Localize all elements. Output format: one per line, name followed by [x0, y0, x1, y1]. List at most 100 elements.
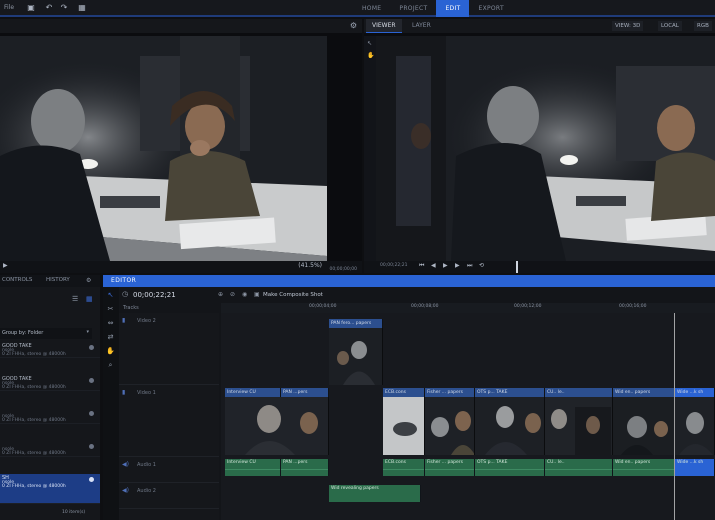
- video-clip-thumbnail[interactable]: [545, 397, 613, 455]
- video-clip-thumbnail[interactable]: [613, 397, 675, 455]
- video-track-icon: ▮: [122, 389, 126, 396]
- tab-viewer[interactable]: VIEWER: [366, 19, 402, 33]
- video-clip-title[interactable]: Interview CU: [225, 388, 281, 397]
- local-dropdown[interactable]: LOCAL: [658, 21, 682, 31]
- audio-clip[interactable]: Interview CU: [225, 459, 281, 476]
- play-icon[interactable]: ▶: [3, 262, 8, 269]
- gear-icon[interactable]: ⚙: [350, 21, 357, 30]
- file-menu[interactable]: File: [4, 4, 14, 11]
- tab-project[interactable]: PROJECT: [390, 0, 436, 17]
- zoom-level[interactable]: (41.5%): [298, 262, 322, 269]
- media-bin-item[interactable]: nsole 0 ZI FHHa, stereo @ 48000h: [0, 441, 100, 457]
- track-header-video-2[interactable]: ▮ Video 2: [119, 313, 219, 385]
- tab-controls[interactable]: CONTROLS: [2, 277, 32, 283]
- audio-clip[interactable]: Wid revealing papers: [329, 485, 421, 502]
- video-clip-title[interactable]: OTS p... TAKE: [475, 388, 545, 397]
- video-clip-thumbnail[interactable]: [383, 397, 425, 455]
- bin-meta: 0 ZI FHHa, stereo @ 48000h: [2, 451, 66, 456]
- grid-view-icon[interactable]: ▦: [86, 295, 93, 303]
- track-header-audio-2[interactable]: ◀) Audio 2: [119, 483, 219, 509]
- link-icon[interactable]: ⊘: [230, 291, 235, 298]
- audio-clip[interactable]: Wid en.. papers: [613, 459, 675, 476]
- skip-back-icon[interactable]: ⏮: [419, 262, 424, 270]
- tab-history[interactable]: HISTORY: [46, 277, 70, 283]
- video-clip-title[interactable]: PAN ...pers: [281, 388, 329, 397]
- play-icon[interactable]: ▶: [443, 262, 448, 269]
- source-transport-bar: ▶ (41.5%) 00;00;00;00: [0, 261, 362, 273]
- timeline-tool-strip: ↖ ✂ ⇔ ⇄ ✋ ⌕: [103, 287, 119, 520]
- program-video-frame[interactable]: [376, 36, 715, 261]
- bin-status-icon: [89, 477, 94, 482]
- tab-layer[interactable]: LAYER: [406, 19, 437, 33]
- audio-clip[interactable]: Fisher ... papers: [425, 459, 475, 476]
- color-space-label[interactable]: RGB: [694, 21, 712, 31]
- editor-timecode[interactable]: 00;00;22;21: [133, 291, 176, 299]
- video-clip-title[interactable]: Fisher ... papers: [425, 388, 475, 397]
- audio-clip-label: Fisher ... papers: [427, 460, 463, 465]
- audio-clip-label: Wid revealing papers: [331, 486, 379, 491]
- hand-tool-icon[interactable]: ✋: [106, 347, 115, 356]
- marker-icon[interactable]: ◉: [242, 291, 247, 298]
- audio-clip[interactable]: ECB.cons: [383, 459, 425, 476]
- audio-clip[interactable]: CU.. le..: [545, 459, 613, 476]
- timeline-ruler[interactable]: 00;00;04;00 00;00;08;00 00;00;12;00 00;0…: [221, 303, 715, 313]
- speaker-icon: ◀): [122, 461, 129, 468]
- timeline-tracks[interactable]: PAN fero... papers Interview CU PAN ...p…: [221, 313, 715, 520]
- tab-export[interactable]: EXPORT: [469, 0, 512, 17]
- track-name: Audio 2: [137, 488, 156, 494]
- redo-icon[interactable]: ↷: [59, 3, 69, 13]
- skip-forward-icon[interactable]: ⏭: [467, 262, 472, 270]
- audio-clip[interactable]: OTS p... TAKE: [475, 459, 545, 476]
- video-clip-title[interactable]: PAN fero... papers: [329, 319, 383, 328]
- list-view-icon[interactable]: ☰: [72, 295, 78, 303]
- source-video-frame[interactable]: [0, 36, 327, 261]
- make-composite-shot-button[interactable]: Make Composite Shot: [263, 292, 323, 298]
- loop-icon[interactable]: ⟲: [479, 262, 484, 269]
- grid-icon[interactable]: ▦: [77, 3, 87, 13]
- video-clip-thumbnail[interactable]: [329, 328, 383, 385]
- video-clip-title[interactable]: Wid en.. papers: [613, 388, 675, 397]
- panel-settings-icon[interactable]: ⚙: [86, 277, 91, 284]
- program-scrub-handle[interactable]: [516, 261, 518, 273]
- select-tool-icon[interactable]: ↖: [106, 291, 115, 300]
- ruler-label: 00;00;04;00: [309, 304, 337, 309]
- undo-icon[interactable]: ↶: [44, 3, 54, 13]
- zoom-tool-icon[interactable]: ⌕: [106, 361, 115, 370]
- video-clip-title[interactable]: CU.. le..: [545, 388, 613, 397]
- step-back-icon[interactable]: ◀: [431, 262, 436, 269]
- video-clip-title-selected[interactable]: Wide ...k sh: [675, 388, 715, 397]
- razor-tool-icon[interactable]: ✂: [106, 305, 115, 314]
- snap-icon[interactable]: ⊕: [218, 291, 223, 298]
- slide-tool-icon[interactable]: ⇄: [106, 333, 115, 342]
- item-count: 10 item(s): [62, 510, 86, 515]
- editor-tab[interactable]: EDITOR: [103, 275, 715, 287]
- track-header-video-1[interactable]: ▮ Video 1: [119, 385, 219, 457]
- clip-thumbnail-image: [475, 397, 544, 455]
- playhead[interactable]: [674, 313, 675, 520]
- save-icon[interactable]: ▣: [26, 3, 36, 13]
- media-bin-item-selected[interactable]: SH nsole 0 ZI FHHa, stereo @ 48000h: [0, 474, 100, 504]
- video-clip-thumbnail[interactable]: [425, 397, 475, 455]
- audio-clip-selected[interactable]: Wide ...k sh: [675, 459, 715, 476]
- video-clip-thumbnail[interactable]: [475, 397, 545, 455]
- media-bin-item[interactable]: GOOD TAKE nsole 0 ZI FHHa, stereo @ 4800…: [0, 375, 100, 391]
- select-tool-icon[interactable]: ↖: [367, 40, 372, 47]
- view-mode-dropdown[interactable]: VIEW: 3D: [612, 21, 644, 31]
- step-forward-icon[interactable]: ▶: [455, 262, 460, 269]
- video-clip-thumbnail[interactable]: [225, 397, 329, 455]
- ruler-label: 00;00;08;00: [411, 304, 439, 309]
- audio-waveform: [225, 469, 280, 470]
- program-transport-bar: 00;00;22;21 ⏮ ◀ ▶ ▶ ⏭ ⟲: [364, 261, 715, 273]
- media-bin-item[interactable]: GOOD TAKE nsole 0 ZI FHHa, stereo @ 4800…: [0, 342, 100, 358]
- composite-icon[interactable]: ▣: [254, 291, 260, 298]
- group-by-dropdown[interactable]: Group by: Folder ▾: [0, 328, 92, 339]
- pan-tool-icon[interactable]: ✋: [367, 52, 374, 59]
- slip-tool-icon[interactable]: ⇔: [106, 319, 115, 328]
- track-header-audio-1[interactable]: ◀) Audio 1: [119, 457, 219, 483]
- tab-home[interactable]: HOME: [353, 0, 390, 17]
- video-clip-title[interactable]: ECB.cons: [383, 388, 425, 397]
- audio-clip[interactable]: PAN ...pers: [281, 459, 329, 476]
- media-bin-item[interactable]: nsole 0 ZI FHHa, stereo @ 48000h: [0, 408, 100, 424]
- tab-edit[interactable]: EDIT: [436, 0, 470, 17]
- video-clip-thumbnail[interactable]: [675, 397, 715, 455]
